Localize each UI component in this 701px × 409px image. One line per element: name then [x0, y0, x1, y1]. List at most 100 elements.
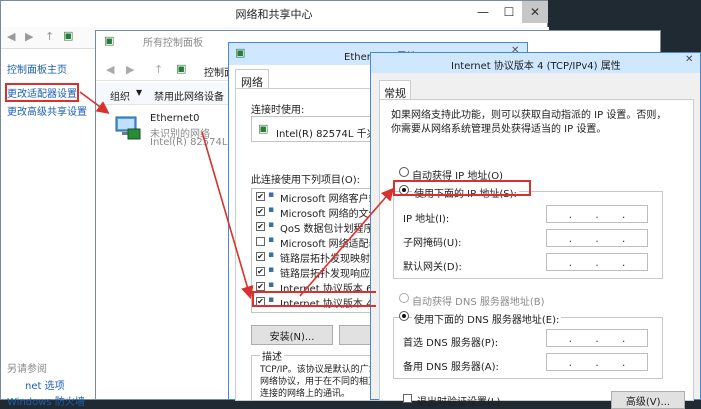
gw-dot-2: . — [595, 255, 599, 269]
location-icon: ▣ — [63, 29, 74, 42]
description-text: TCP/IP。该协议是默认的广域网络协议，用于在不同的相互连接的网络上的通讯。 — [260, 365, 378, 398]
network-center-title: 网络和共享中心 — [235, 8, 313, 21]
component-icon: ▪ — [268, 220, 275, 230]
component-checkbox[interactable]: ✔ — [256, 282, 265, 291]
validate-label[interactable]: 退出时验证设置(L) — [417, 393, 500, 408]
dns2-dot-3: . — [621, 355, 626, 369]
back-address-text: 所有控制面板 — [143, 38, 203, 49]
component-checkbox[interactable]: ✔ — [256, 267, 265, 276]
component-checkbox[interactable]: ✔ — [256, 192, 265, 201]
dns2-dot-1: . — [568, 355, 573, 369]
maximize-button[interactable]: ☐ — [496, 1, 522, 23]
component-checkbox[interactable]: ✔ — [256, 222, 265, 231]
properties-title-icon: ▣ — [235, 46, 246, 59]
gateway-label: 默认网关(D): — [403, 262, 462, 273]
ipv4-properties-window: Internet 协议版本 4 (TCP/IPv4) 属性 ✕ 常规 如果网络支… — [370, 52, 701, 409]
component-item[interactable]: ✔ ▪ 链路层拓扑发现响应程 — [252, 264, 380, 280]
validate-checkbox[interactable] — [403, 394, 412, 403]
highlight-manual-ip — [393, 180, 531, 196]
manual-dns-radio[interactable] — [399, 311, 409, 321]
address-location-icon: ▣ — [176, 62, 187, 75]
gw-dot-1: . — [568, 255, 573, 269]
ipv4-intro: 如果网络支持此功能，则可以获取自动指派的 IP 设置。否则，你需要从网络系统管理… — [391, 110, 667, 135]
dns1-dot-2: . — [595, 331, 599, 345]
install-button-label: 安装(N)... — [269, 331, 315, 343]
advanced-button-label: 高级(V)... — [625, 396, 671, 408]
mask-dot-2: . — [595, 231, 599, 245]
component-checkbox[interactable]: ✔ — [256, 207, 265, 216]
component-item[interactable]: ✔ ▪ Microsoft 网络客户端 — [252, 189, 380, 205]
back-icon[interactable]: ◀ — [7, 30, 15, 43]
ip-address-field[interactable]: ... — [546, 205, 648, 223]
minimize-button[interactable]: — — [470, 1, 496, 23]
adapter-device: Intel(R) 82574L — [150, 137, 228, 148]
ip-address-label: IP 地址(I): — [403, 214, 450, 225]
description-label: 描述 — [260, 348, 284, 363]
install-button[interactable]: 安装(N)... — [251, 325, 333, 345]
link-advanced-sharing[interactable]: 更改高级共享设置 — [7, 103, 87, 118]
adapter-icon — [114, 115, 141, 140]
connections-title-icon: ▣ — [104, 34, 115, 47]
link-change-adapter[interactable]: 更改适配器设置 — [5, 83, 79, 102]
component-label: Microsoft 网络适配器多 — [280, 239, 381, 250]
component-icon: ▪ — [268, 235, 275, 245]
connect-using-label: 连接时使用: — [251, 105, 305, 116]
component-item[interactable]: ✔ ▪ Microsoft 网络的文件 — [252, 204, 380, 220]
mask-label: 子网掩码(U): — [403, 238, 462, 249]
component-label: 链路层拓扑发现响应程 — [280, 269, 380, 280]
adapter-field-icon: ▣ — [258, 122, 269, 135]
component-icon: ▪ — [268, 205, 275, 215]
dns2-field[interactable]: ... — [546, 353, 648, 371]
advanced-button[interactable]: 高级(V)... — [611, 391, 685, 409]
gateway-field[interactable]: ... — [546, 253, 648, 271]
dns1-field[interactable]: ... — [546, 329, 648, 347]
ip-dot-2: . — [595, 207, 599, 221]
component-icon: ▪ — [268, 280, 275, 290]
link-control-panel-home[interactable]: 控制面板主页 — [7, 61, 67, 76]
ipv4-tab[interactable]: 常规 — [379, 80, 411, 100]
close-button[interactable]: ✕ — [522, 1, 548, 23]
auto-dns-label[interactable]: 自动获得 DNS 服务器地址(B) — [412, 293, 545, 308]
mask-dot-3: . — [621, 231, 626, 245]
forward-icon[interactable]: ▶ — [25, 30, 33, 43]
toolbar-organize-arrow[interactable]: ▼ — [136, 88, 142, 97]
adapter-name: Ethernet0 — [150, 113, 200, 124]
ip-dot-1: . — [568, 207, 573, 221]
dns2-label: 备用 DNS 服务器(A): — [403, 362, 499, 373]
manual-dns-label[interactable]: 使用下面的 DNS 服务器地址(E): — [412, 311, 562, 326]
component-label: Microsoft 网络的文件 — [280, 209, 379, 220]
component-icon: ▪ — [268, 250, 275, 260]
ipv4-title: Internet 协议版本 4 (TCP/IPv4) 属性 — [451, 61, 621, 72]
link-firewall[interactable]: Windows 防火墙 — [7, 393, 85, 408]
mask-dot-1: . — [568, 231, 573, 245]
nav-up-icon[interactable]: ↑ — [154, 63, 163, 76]
properties-tab[interactable]: 网络 — [235, 69, 269, 89]
component-item[interactable]: ▪ Microsoft 网络适配器多 — [252, 234, 381, 250]
component-checkbox[interactable]: ✔ — [256, 252, 265, 261]
adapter-field: ▣ Intel(R) 82574L 千兆网络 — [251, 116, 397, 142]
ip-dot-3: . — [621, 207, 626, 221]
toolbar-organize[interactable]: 组织 — [110, 88, 130, 103]
component-icon: ▪ — [268, 265, 275, 275]
component-item[interactable]: ✔ ▪ 链路层拓扑发现映射器 I — [252, 249, 381, 265]
up-icon[interactable]: ↑ — [45, 30, 54, 43]
component-item[interactable]: ✔ ▪ QoS 数据包计划程序 — [252, 219, 380, 235]
auto-dns-radio[interactable] — [399, 293, 409, 303]
toolbar-disable[interactable]: 禁用此网络设备 — [154, 88, 224, 103]
component-checkbox[interactable] — [256, 237, 265, 246]
mask-field[interactable]: ... — [546, 229, 648, 247]
nav-forward-icon[interactable]: ▶ — [126, 63, 134, 76]
items-label: 此连接使用下列项目(O): — [251, 175, 361, 186]
nav-back-icon[interactable]: ◀ — [106, 63, 114, 76]
ipv4-close-button[interactable]: ✕ — [685, 54, 699, 68]
dns1-dot-1: . — [568, 331, 573, 345]
see-also-header: 另请参阅 — [7, 364, 47, 375]
network-center-titlebar: 网络和共享中心 — [1, 1, 547, 27]
dns1-dot-3: . — [621, 331, 626, 345]
auto-ip-radio[interactable] — [399, 167, 409, 177]
description-group: 描述 TCP/IP。该协议是默认的广域网络协议，用于在不同的相互连接的网络上的通… — [251, 348, 381, 401]
adapter-item[interactable]: Ethernet0 未识别的网络 Intel(R) 82574L — [108, 113, 238, 153]
component-label: 链路层拓扑发现映射器 I — [280, 254, 381, 265]
link-internet-options[interactable]: net 选项 — [25, 377, 65, 392]
component-label: Microsoft 网络客户端 — [280, 194, 379, 205]
